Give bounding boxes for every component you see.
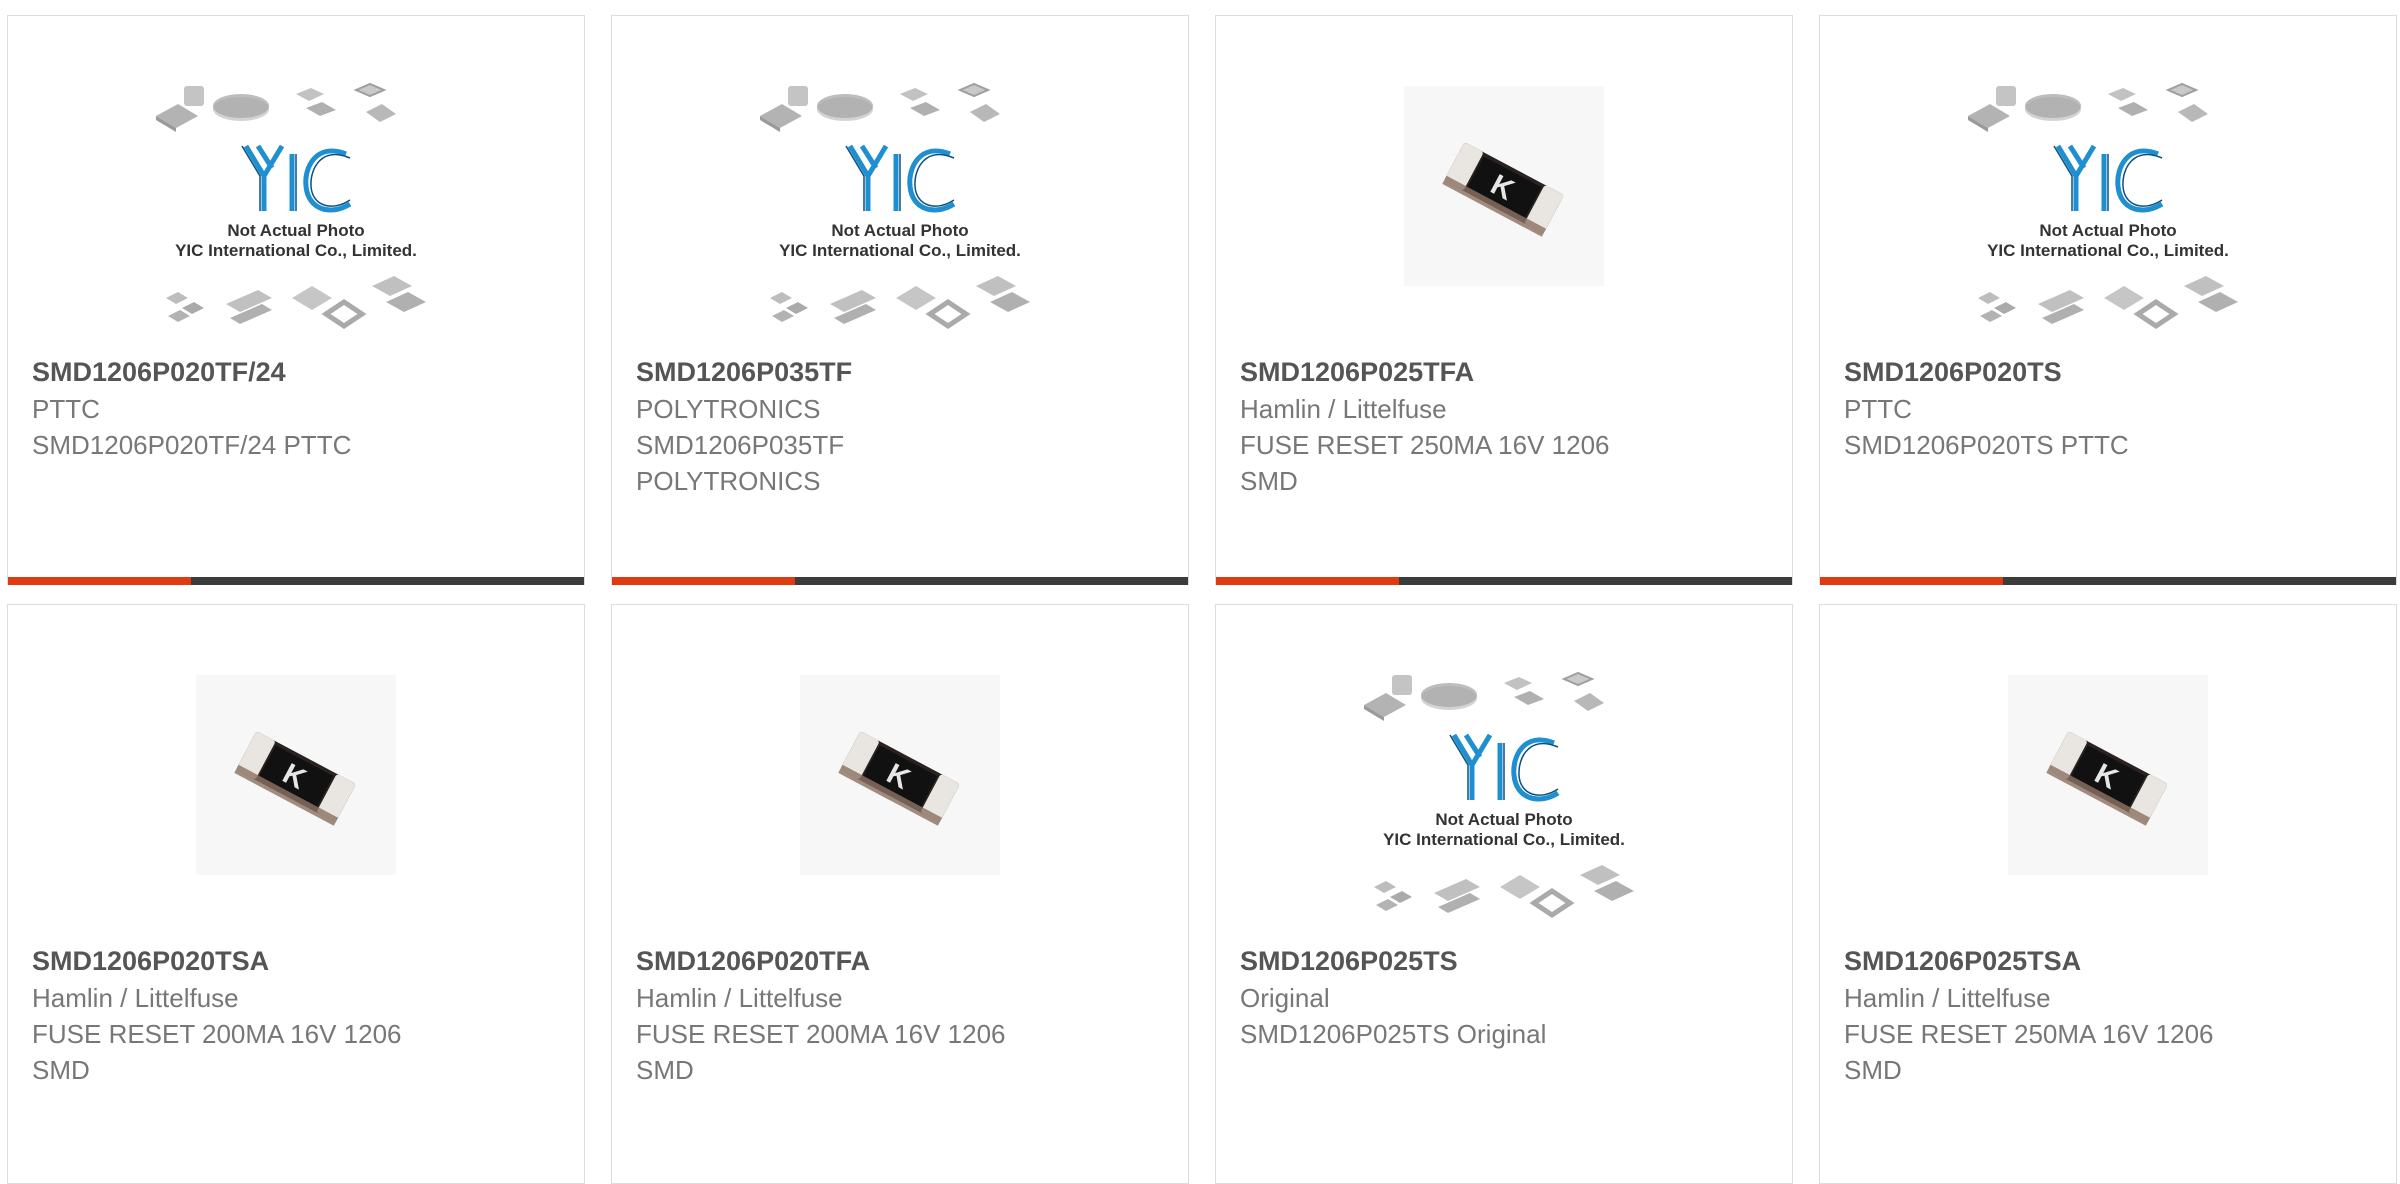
part-number-link[interactable]: SMD1206P025TS xyxy=(1240,943,1768,979)
product-card[interactable]: SMD1206P035TF POLYTRONICS SMD1206P035TF … xyxy=(611,15,1189,585)
product-grid: SMD1206P020TF/24 PTTC SMD1206P020TF/24 P… xyxy=(0,0,2400,1184)
description: SMD1206P025TS Original xyxy=(1240,1019,1547,1049)
product-image[interactable] xyxy=(1820,76,2396,366)
part-number-link[interactable]: SMD1206P025TFA xyxy=(1240,354,1768,390)
placeholder-image-icon xyxy=(750,76,1050,346)
product-info: SMD1206P020TFA Hamlin / Littelfuse FUSE … xyxy=(636,943,1164,1088)
description: FUSE RESET 250MA 16V 1206 SMD xyxy=(1240,430,1610,496)
description: SMD1206P035TF POLYTRONICS xyxy=(636,430,845,496)
card-bottom-bar xyxy=(1216,577,1792,585)
part-number-link[interactable]: SMD1206P020TSA xyxy=(32,943,560,979)
description: FUSE RESET 200MA 16V 1206 SMD xyxy=(636,1019,1006,1085)
placeholder-image-icon xyxy=(1354,665,1654,935)
product-image[interactable] xyxy=(612,76,1188,366)
chip-fuse-photo-icon xyxy=(196,675,396,875)
chip-fuse-photo-icon xyxy=(800,675,1000,875)
product-image[interactable] xyxy=(8,675,584,965)
card-bottom-bar xyxy=(8,577,584,585)
product-card[interactable]: SMD1206P025TSA Hamlin / Littelfuse FUSE … xyxy=(1819,604,2397,1184)
product-info: SMD1206P025TS Original SMD1206P025TS Ori… xyxy=(1240,943,1768,1052)
product-card[interactable]: SMD1206P025TFA Hamlin / Littelfuse FUSE … xyxy=(1215,15,1793,585)
chip-fuse-photo-icon xyxy=(2008,675,2208,875)
product-info: SMD1206P020TS PTTC SMD1206P020TS PTTC xyxy=(1844,354,2372,463)
part-number-link[interactable]: SMD1206P025TSA xyxy=(1844,943,2372,979)
manufacturer: Hamlin / Littelfuse xyxy=(32,983,239,1013)
product-info: SMD1206P025TFA Hamlin / Littelfuse FUSE … xyxy=(1240,354,1768,499)
placeholder-image-icon xyxy=(1958,76,2258,346)
product-image[interactable] xyxy=(612,675,1188,965)
product-image[interactable] xyxy=(1216,86,1792,376)
manufacturer: PTTC xyxy=(1844,394,1912,424)
product-info: SMD1206P025TSA Hamlin / Littelfuse FUSE … xyxy=(1844,943,2372,1088)
product-card[interactable]: SMD1206P025TS Original SMD1206P025TS Ori… xyxy=(1215,604,1793,1184)
description: FUSE RESET 200MA 16V 1206 SMD xyxy=(32,1019,402,1085)
card-bar-accent xyxy=(1820,577,2003,585)
manufacturer: Hamlin / Littelfuse xyxy=(1844,983,2051,1013)
description: SMD1206P020TF/24 PTTC xyxy=(32,430,352,460)
product-card[interactable]: SMD1206P020TFA Hamlin / Littelfuse FUSE … xyxy=(611,604,1189,1184)
chip-fuse-photo-icon xyxy=(1404,86,1604,286)
manufacturer: Hamlin / Littelfuse xyxy=(1240,394,1447,424)
manufacturer: Hamlin / Littelfuse xyxy=(636,983,843,1013)
card-bottom-bar xyxy=(612,577,1188,585)
card-bar-accent xyxy=(1216,577,1399,585)
manufacturer: POLYTRONICS xyxy=(636,394,821,424)
placeholder-image-icon xyxy=(146,76,446,346)
product-info: SMD1206P020TSA Hamlin / Littelfuse FUSE … xyxy=(32,943,560,1088)
product-card[interactable]: SMD1206P020TSA Hamlin / Littelfuse FUSE … xyxy=(7,604,585,1184)
product-image[interactable] xyxy=(1216,665,1792,955)
part-number-link[interactable]: SMD1206P020TF/24 xyxy=(32,354,560,390)
description: FUSE RESET 250MA 16V 1206 SMD xyxy=(1844,1019,2214,1085)
product-card[interactable]: SMD1206P020TF/24 PTTC SMD1206P020TF/24 P… xyxy=(7,15,585,585)
card-bar-accent xyxy=(8,577,191,585)
product-image[interactable] xyxy=(1820,675,2396,965)
product-info: SMD1206P020TF/24 PTTC SMD1206P020TF/24 P… xyxy=(32,354,560,463)
card-bottom-bar xyxy=(1820,577,2396,585)
card-bar-accent xyxy=(612,577,795,585)
part-number-link[interactable]: SMD1206P020TFA xyxy=(636,943,1164,979)
manufacturer: Original xyxy=(1240,983,1330,1013)
product-image[interactable] xyxy=(8,76,584,366)
description: SMD1206P020TS PTTC xyxy=(1844,430,2129,460)
manufacturer: PTTC xyxy=(32,394,100,424)
part-number-link[interactable]: SMD1206P035TF xyxy=(636,354,1164,390)
product-info: SMD1206P035TF POLYTRONICS SMD1206P035TF … xyxy=(636,354,1164,499)
product-card[interactable]: SMD1206P020TS PTTC SMD1206P020TS PTTC xyxy=(1819,15,2397,585)
part-number-link[interactable]: SMD1206P020TS xyxy=(1844,354,2372,390)
